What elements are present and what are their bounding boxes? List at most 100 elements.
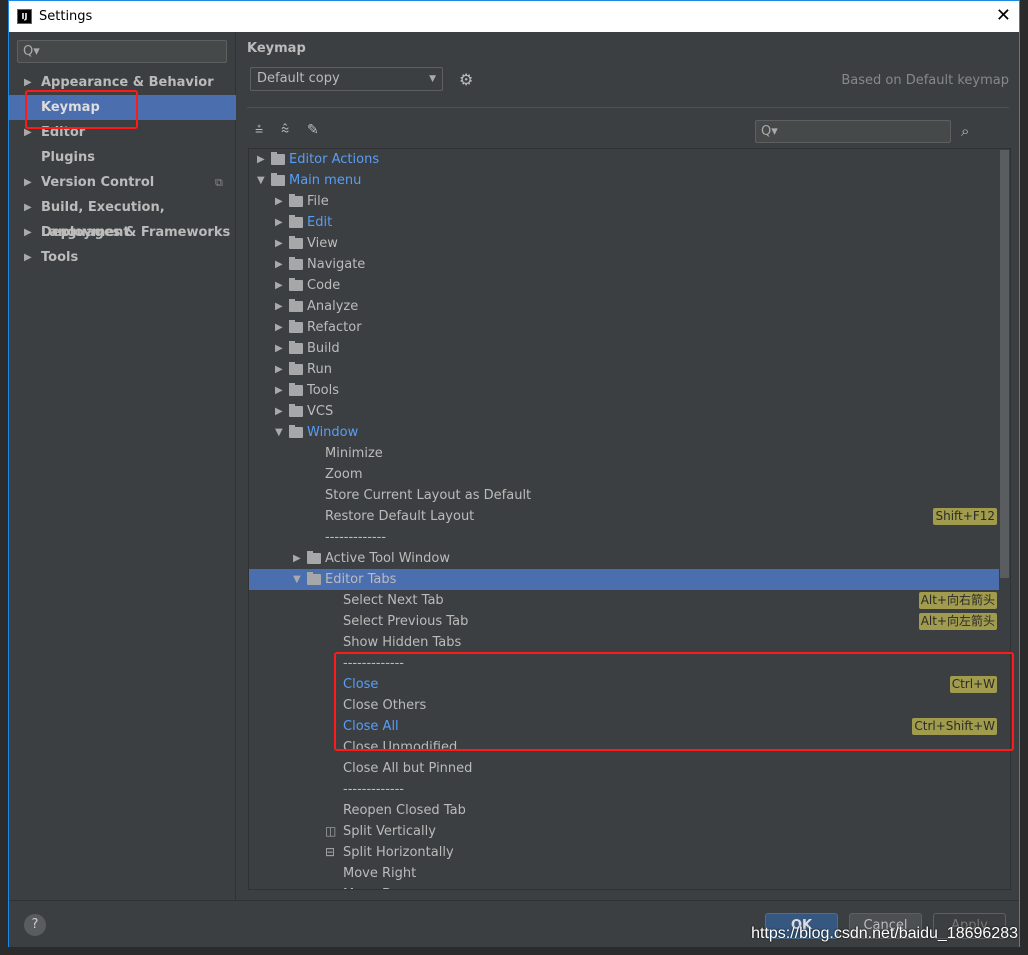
chevron-right-icon[interactable]: ▶ bbox=[24, 120, 32, 145]
tree-row[interactable]: ------------- bbox=[249, 779, 999, 800]
tree-row[interactable]: Select Previous Tab Alt+向左箭头 bbox=[249, 611, 999, 632]
chevron-right-icon[interactable]: ▶ bbox=[293, 548, 301, 569]
sidebar-item[interactable]: ▶ Appearance & Behavior bbox=[9, 70, 236, 95]
tree-row[interactable]: ▶ File bbox=[249, 191, 999, 212]
folder-icon bbox=[289, 362, 303, 375]
scrollbar[interactable] bbox=[1000, 150, 1009, 578]
folder-icon bbox=[271, 152, 285, 165]
chevron-down-icon[interactable]: ▼ bbox=[275, 422, 283, 443]
chevron-right-icon[interactable]: ▶ bbox=[24, 170, 32, 195]
tree-row[interactable]: Move Right bbox=[249, 863, 999, 884]
close-icon[interactable]: ✕ bbox=[996, 5, 1011, 26]
tree-row[interactable]: ▶ VCS bbox=[249, 401, 999, 422]
tree-row[interactable]: Close All but Pinned bbox=[249, 758, 999, 779]
sidebar-item[interactable]: ▶ Editor bbox=[9, 120, 236, 145]
folder-icon bbox=[289, 425, 303, 438]
chevron-down-icon: ▼ bbox=[429, 74, 436, 84]
shortcut-badge: Ctrl+Shift+W bbox=[912, 718, 997, 735]
tree-row[interactable]: Move Down bbox=[249, 884, 999, 889]
chevron-right-icon[interactable]: ▶ bbox=[275, 380, 283, 401]
tree-row[interactable]: Select Next Tab Alt+向右箭头 bbox=[249, 590, 999, 611]
sidebar-item[interactable]: Plugins bbox=[9, 145, 236, 170]
split-vertically-icon: ◫ bbox=[325, 824, 337, 838]
tree-row[interactable]: Close All Ctrl+Shift+W bbox=[249, 716, 999, 737]
chevron-down-icon[interactable]: ▼ bbox=[257, 170, 265, 191]
folder-icon bbox=[289, 320, 303, 333]
tree-row-label: ------------- bbox=[325, 530, 386, 545]
tree-row[interactable]: Close Ctrl+W bbox=[249, 674, 999, 695]
tree-row[interactable]: Restore Default Layout Shift+F12 bbox=[249, 506, 999, 527]
tree-row[interactable]: ▶ Tools bbox=[249, 380, 999, 401]
tree-row[interactable]: Zoom bbox=[249, 464, 999, 485]
tree-row-label: View bbox=[307, 236, 338, 251]
folder-icon bbox=[289, 194, 303, 207]
tree-row[interactable]: ▶ View bbox=[249, 233, 999, 254]
chevron-right-icon[interactable]: ▶ bbox=[275, 254, 283, 275]
tree-row[interactable]: ▼ Editor Tabs bbox=[249, 569, 999, 590]
tree-row-label: Close Others bbox=[343, 698, 427, 713]
sidebar-item-label: Appearance & Behavior bbox=[41, 75, 214, 90]
keymap-select[interactable]: Default copy ▼ bbox=[250, 67, 443, 91]
tree-row[interactable]: ▶ Refactor bbox=[249, 317, 999, 338]
tree-row[interactable]: ⊟ Split Horizontally bbox=[249, 842, 999, 863]
tree-row[interactable]: ▶ Navigate bbox=[249, 254, 999, 275]
tree-row-label: Move Right bbox=[343, 866, 417, 881]
help-button[interactable]: ? bbox=[24, 914, 46, 936]
tree-row-label: Analyze bbox=[307, 299, 359, 314]
expand-all-icon[interactable]: ⩮ bbox=[255, 122, 263, 138]
chevron-right-icon[interactable]: ▶ bbox=[24, 245, 32, 270]
chevron-right-icon[interactable]: ▶ bbox=[275, 191, 283, 212]
sidebar-item-label: Tools bbox=[41, 250, 79, 265]
tree-row[interactable]: ▼ Main menu bbox=[249, 170, 999, 191]
collapse-all-icon[interactable]: ⩯ bbox=[281, 122, 289, 138]
tree-row[interactable]: Minimize bbox=[249, 443, 999, 464]
find-by-shortcut-icon[interactable]: ⌕ bbox=[961, 122, 969, 140]
chevron-right-icon[interactable]: ▶ bbox=[275, 296, 283, 317]
chevron-right-icon[interactable]: ▶ bbox=[24, 70, 32, 95]
chevron-right-icon[interactable]: ▶ bbox=[257, 149, 265, 170]
sidebar-search-input[interactable]: Q▾ bbox=[17, 40, 227, 63]
tree-row-label: Split Vertically bbox=[343, 824, 436, 839]
tree-row-label: Navigate bbox=[307, 257, 366, 272]
tree-row[interactable]: ▶ Build bbox=[249, 338, 999, 359]
edit-pencil-icon[interactable]: ✎ bbox=[307, 122, 319, 138]
gear-icon[interactable]: ⚙ bbox=[459, 70, 473, 89]
sidebar-item-label: Languages & Frameworks bbox=[41, 225, 231, 240]
folder-icon bbox=[289, 215, 303, 228]
action-search-input[interactable]: Q▾ bbox=[755, 120, 951, 143]
tree-row[interactable]: Reopen Closed Tab bbox=[249, 800, 999, 821]
tree-row-label: Show Hidden Tabs bbox=[343, 635, 462, 650]
chevron-right-icon[interactable]: ▶ bbox=[275, 338, 283, 359]
sidebar-item[interactable]: ▶ Languages & Frameworks bbox=[9, 220, 236, 245]
tree-row[interactable]: ------------- bbox=[249, 527, 999, 548]
tree-row[interactable]: Close Others bbox=[249, 695, 999, 716]
tree-row[interactable]: ▼ Window bbox=[249, 422, 999, 443]
chevron-right-icon[interactable]: ▶ bbox=[275, 401, 283, 422]
tree-row[interactable]: ▶ Active Tool Window bbox=[249, 548, 999, 569]
folder-icon bbox=[289, 341, 303, 354]
folder-icon bbox=[289, 236, 303, 249]
chevron-right-icon[interactable]: ▶ bbox=[275, 275, 283, 296]
chevron-down-icon[interactable]: ▼ bbox=[293, 569, 301, 590]
tree-row[interactable]: ▶ Edit bbox=[249, 212, 999, 233]
settings-dialog: IJ Settings ✕ Q▾ ▶ Appearance & Behavior K… bbox=[8, 0, 1020, 947]
tree-row[interactable]: ▶ Run bbox=[249, 359, 999, 380]
sidebar-item[interactable]: Keymap bbox=[9, 95, 236, 120]
sidebar-item[interactable]: ▶ Tools bbox=[9, 245, 236, 270]
tree-row[interactable]: ▶ Analyze bbox=[249, 296, 999, 317]
chevron-right-icon[interactable]: ▶ bbox=[24, 195, 32, 220]
chevron-right-icon[interactable]: ▶ bbox=[275, 233, 283, 254]
tree-row[interactable]: Show Hidden Tabs bbox=[249, 632, 999, 653]
tree-row[interactable]: Store Current Layout as Default bbox=[249, 485, 999, 506]
tree-row[interactable]: ------------- bbox=[249, 653, 999, 674]
tree-row[interactable]: ▶ Editor Actions bbox=[249, 149, 999, 170]
chevron-right-icon[interactable]: ▶ bbox=[275, 359, 283, 380]
tree-row[interactable]: ▶ Code bbox=[249, 275, 999, 296]
sidebar-item[interactable]: ▶ Build, Execution, Deployment bbox=[9, 195, 236, 240]
chevron-right-icon[interactable]: ▶ bbox=[275, 212, 283, 233]
tree-row[interactable]: ◫ Split Vertically bbox=[249, 821, 999, 842]
chevron-right-icon[interactable]: ▶ bbox=[24, 220, 32, 245]
chevron-right-icon[interactable]: ▶ bbox=[275, 317, 283, 338]
tree-row[interactable]: Close Unmodified bbox=[249, 737, 999, 758]
sidebar-item[interactable]: ▶ Version Control ⧉ bbox=[9, 170, 236, 195]
